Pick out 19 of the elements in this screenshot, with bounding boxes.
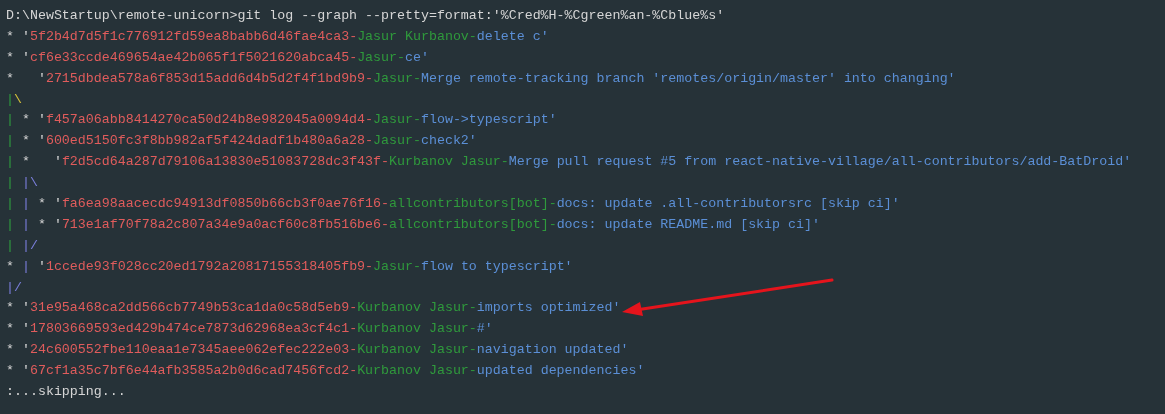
log-line: * '5f2b4d7d5f1c776912fd59ea8babb6d46fae4ca3-Jasur Kurbanov-delete c' bbox=[6, 27, 549, 46]
log-line: * '31e95a468ca2dd566cb7749b53ca1da0c58d5eb9-Kurbanov Jasur-imports optimized' bbox=[6, 299, 621, 318]
log-line: |\ bbox=[6, 90, 22, 109]
log-line: * | '1ccede93f028cc20ed1792a20817155318405fb9-Jasur-flow to typescript' bbox=[6, 257, 573, 276]
log-line: | * '600ed5150fc3f8bb982af5f424dadf1b480a6a28-Jasur-check2' bbox=[6, 132, 477, 151]
log-line: |/ bbox=[6, 278, 22, 297]
log-line: | | * '713e1af70f78a2c807a34e9a0acf60c8fb516be6-allcontributors[bot]-docs: update README.md [skip ci]' bbox=[6, 215, 820, 234]
log-line: * '24c600552fbe110eaa1e7345aee062efec222e03-Kurbanov Jasur-navigation updated' bbox=[6, 341, 629, 360]
log-line: * '2715dbdea578a6f853d15add6d4b5d2f4f1bd9b9-Jasur-Merge remote-tracking branch 'remotes/origin/master' into changing' bbox=[6, 69, 956, 88]
log-line: | | * 'fa6ea98aacecdc94913df0850b66cb3f0ae76f16-allcontributors[bot]-docs: update .all-contributorsrc [skip ci]' bbox=[6, 195, 900, 213]
log-line: | |\ bbox=[6, 174, 38, 193]
log-line: | * 'f2d5cd64a287d79106a13830e51083728dc3f43f-Kurbanov Jasur-Merge pull request #5 from react-native-village/all-contributors/add-BatDroid' bbox=[6, 153, 1132, 172]
log-line: | * 'f457a06abb8414270ca50d24b8e982045a0094d4-Jasur-flow->typescript' bbox=[6, 111, 557, 130]
log-line: * '67cf1a35c7bf6e44afb3585a2b0d6cad7456fcd2-Kurbanov Jasur-updated dependencies' bbox=[6, 362, 645, 381]
log-line: * 'cf6e33ccde469654ae42b065f1f5021620abca45-Jasur-ce' bbox=[6, 48, 429, 67]
log-line: | |/ bbox=[6, 236, 38, 255]
log-line: :...skipping... bbox=[6, 383, 126, 402]
log-line: * '17803669593ed429b474ce7873d62968ea3cf4c1-Kurbanov Jasur-#' bbox=[6, 320, 493, 339]
command-line: D:\NewStartup\remote-unicorn>git log --graph --pretty=format:'%Cred%H-%Cgreen%an-%Cblue%s' bbox=[6, 7, 725, 25]
